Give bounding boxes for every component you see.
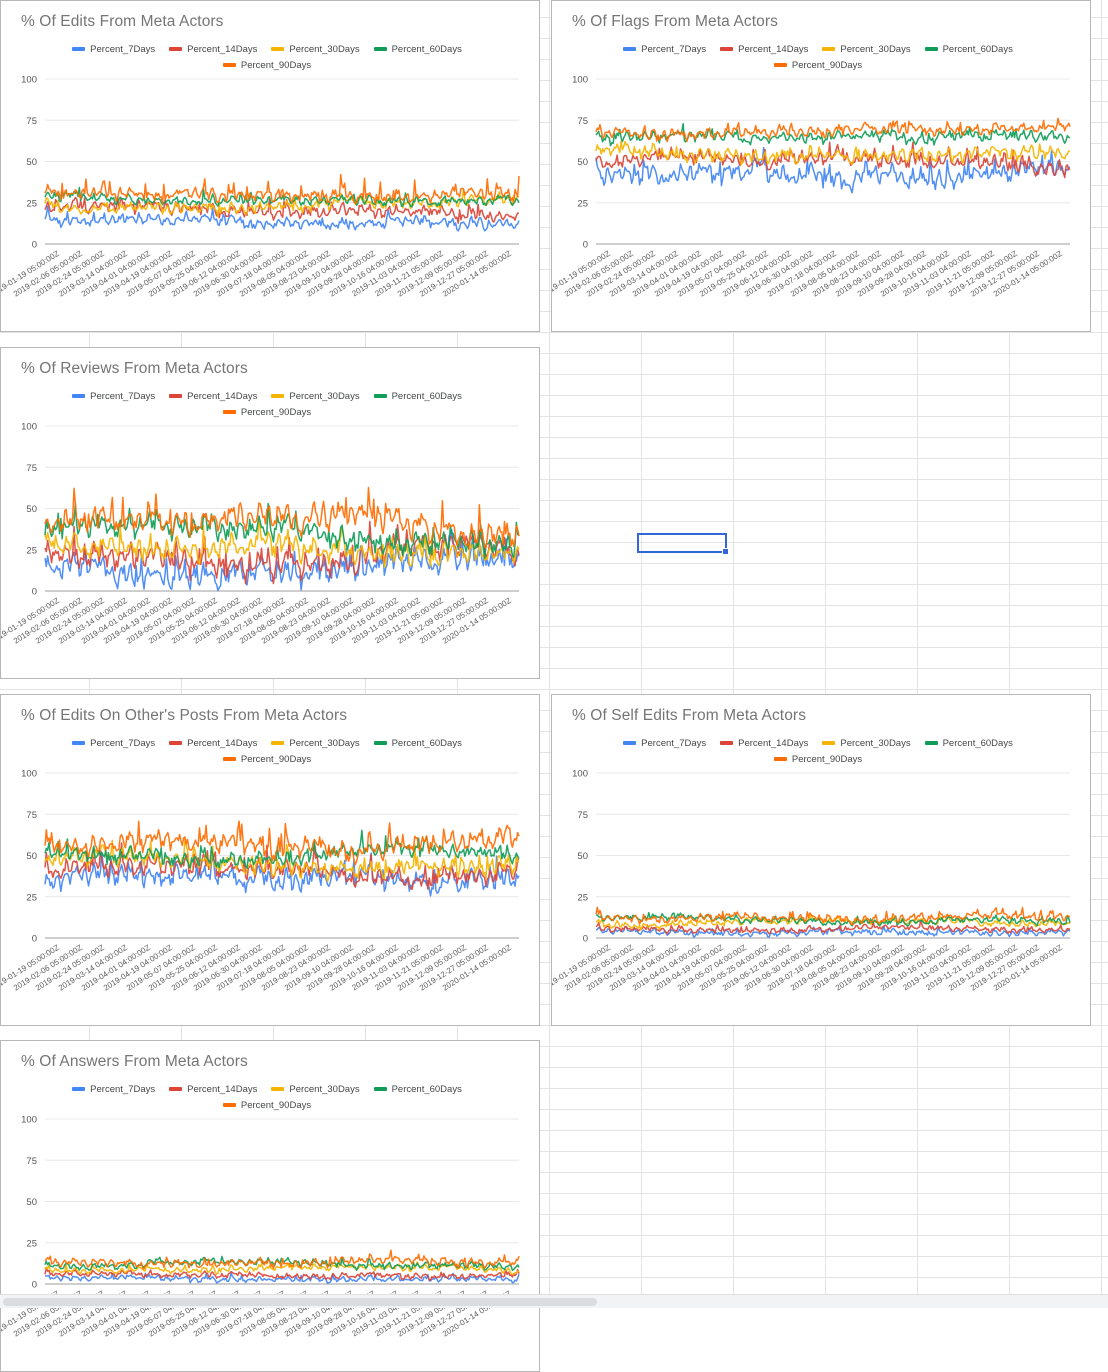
- fill-handle[interactable]: [722, 548, 729, 555]
- plot-svg: 0 25 50 75 100: [572, 769, 1071, 945]
- selected-cell[interactable]: [637, 533, 729, 555]
- plot-svg: 0 25 50 75 100: [21, 769, 520, 945]
- chart-reviews[interactable]: % Of Reviews From Meta Actors Percent_7Da…: [0, 347, 540, 679]
- y-axis-tick-label: 50: [26, 851, 37, 862]
- y-axis-tick-label: 75: [26, 463, 37, 474]
- y-axis-tick-label: 100: [572, 769, 588, 780]
- y-axis-tick-label: 25: [26, 892, 37, 903]
- y-axis-tick-label: 0: [32, 240, 37, 251]
- y-axis-tick-label: 50: [26, 157, 37, 168]
- y-axis-tick-label: 25: [577, 892, 588, 903]
- y-axis-tick-label: 100: [21, 75, 37, 86]
- y-axis-tick-label: 100: [21, 422, 37, 433]
- y-axis-tick-label: 25: [26, 1238, 37, 1249]
- plot-area: 0 25 50 75 100: [552, 1, 1090, 331]
- chart-answers[interactable]: % Of Answers From Meta Actors Percent_7Da…: [0, 1040, 540, 1372]
- y-axis-tick-label: 0: [32, 934, 37, 945]
- chart-flags[interactable]: % Of Flags From Meta Actors Percent_7Days…: [551, 0, 1091, 332]
- y-axis-tick-label: 100: [572, 75, 588, 86]
- chart-self-edits[interactable]: % Of Self Edits From Meta Actors Percent_…: [551, 694, 1091, 1026]
- y-axis-tick-label: 100: [21, 769, 37, 780]
- y-axis-tick-label: 75: [26, 116, 37, 127]
- scrollbar-thumb[interactable]: [3, 1298, 597, 1306]
- plot-svg: 0 25 50 75 100: [21, 422, 520, 598]
- plot-area: 0 25 50 75 100: [1, 695, 539, 1025]
- plot-area: 0 25 50 75 100: [1, 1041, 539, 1371]
- y-axis-tick-label: 0: [583, 934, 588, 945]
- y-axis-tick-label: 0: [583, 240, 588, 251]
- y-axis-tick-label: 100: [21, 1115, 37, 1126]
- horizontal-scrollbar[interactable]: [0, 1294, 1108, 1308]
- y-axis-tick-label: 25: [577, 198, 588, 209]
- chart-edits-others-posts[interactable]: % Of Edits On Other's Posts From Meta Ac…: [0, 694, 540, 1026]
- y-axis-tick-label: 0: [32, 587, 37, 598]
- y-axis-tick-label: 25: [26, 198, 37, 209]
- y-axis-tick-label: 50: [26, 504, 37, 515]
- plot-area: 0 25 50 75 100: [552, 695, 1090, 1025]
- y-axis-tick-label: 75: [577, 116, 588, 127]
- y-axis-tick-label: 75: [26, 1156, 37, 1167]
- plot-svg: 0 25 50 75 100: [572, 75, 1071, 251]
- y-axis-tick-label: 50: [577, 851, 588, 862]
- y-axis-tick-label: 75: [577, 810, 588, 821]
- plot-area: 0 25 50 75 100: [1, 1, 539, 331]
- y-axis-tick-label: 50: [26, 1197, 37, 1208]
- plot-svg: 0 25 50 75 100: [21, 1115, 520, 1291]
- plot-svg: 0 25 50 75 100: [21, 75, 520, 251]
- y-axis-tick-label: 50: [577, 157, 588, 168]
- chart-edits[interactable]: % Of Edits From Meta Actors Percent_7Days…: [0, 0, 540, 332]
- series-line-percent_90days: [44, 486, 520, 549]
- y-axis-tick-label: 0: [32, 1280, 37, 1291]
- y-axis-tick-label: 25: [26, 545, 37, 556]
- y-axis-tick-label: 75: [26, 810, 37, 821]
- plot-area: 0 25 50 75 100: [1, 348, 539, 678]
